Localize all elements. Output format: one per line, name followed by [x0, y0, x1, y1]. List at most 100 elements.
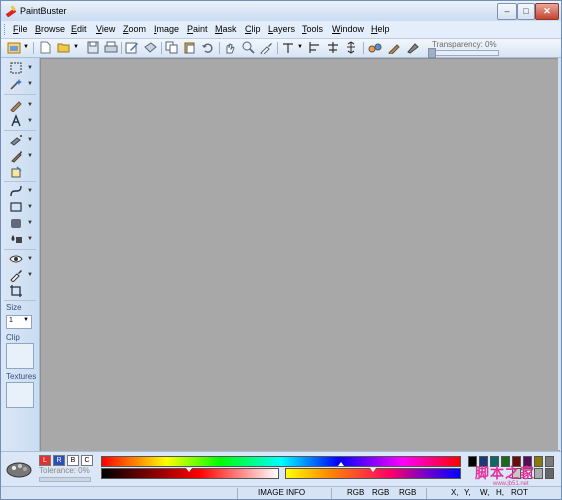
textures-preview[interactable] — [6, 382, 34, 408]
transparency-slider[interactable] — [428, 48, 499, 58]
title-bar[interactable]: PaintBuster – □ ✕ — [1, 1, 561, 21]
dropdown-arrow-icon[interactable]: ▼ — [27, 102, 33, 108]
eyedropper-icon[interactable] — [259, 41, 273, 54]
status-separator — [426, 488, 427, 499]
dropdown-arrow-icon[interactable]: ▼ — [27, 153, 33, 159]
shade-gradient[interactable] — [101, 468, 279, 479]
align-vertical-icon[interactable] — [344, 41, 358, 54]
minimize-button[interactable]: – — [497, 3, 517, 20]
align-center-icon[interactable] — [326, 41, 340, 54]
menu-browse[interactable]: Browse — [35, 24, 65, 34]
undo-icon[interactable] — [201, 41, 215, 54]
rot-readout: ROT — [511, 488, 528, 497]
stamp-icon[interactable] — [406, 41, 420, 54]
red-eye-tool[interactable]: ▼ — [5, 252, 33, 266]
shape-fill-tool[interactable]: ▼ — [5, 232, 33, 246]
airbrush-tool[interactable]: ▼ — [5, 133, 33, 147]
print-icon[interactable] — [104, 41, 118, 54]
menu-label-rest: aint — [193, 24, 208, 34]
clip-preview[interactable] — [6, 343, 34, 369]
dropdown-arrow-icon[interactable]: ▼ — [27, 81, 33, 87]
channel-r[interactable]: R — [53, 455, 65, 466]
y-readout: Y, — [464, 488, 471, 497]
w-readout: W, — [480, 488, 490, 497]
copy-icon[interactable] — [165, 41, 179, 54]
transparency-slider-thumb[interactable] — [428, 48, 436, 58]
menu-clip[interactable]: Clip — [245, 24, 261, 34]
channel-c[interactable]: C — [81, 455, 93, 466]
dropdown-arrow-icon[interactable]: ▼ — [27, 188, 33, 194]
dropdown-arrow-icon[interactable]: ▼ — [23, 44, 29, 50]
paintbrush-tool[interactable]: ▼ — [5, 149, 33, 163]
open-folder-icon[interactable] — [57, 41, 71, 54]
menu-window[interactable]: Window — [332, 24, 364, 34]
dropdown-arrow-icon[interactable]: ▼ — [27, 137, 33, 143]
color-spectrum[interactable] — [101, 456, 461, 467]
fill-tool[interactable] — [5, 165, 33, 179]
crop-tool[interactable] — [5, 284, 33, 298]
maximize-button[interactable]: □ — [517, 3, 535, 20]
filled-shape-tool[interactable]: ▼ — [5, 216, 33, 230]
align-icon[interactable] — [281, 41, 295, 54]
scan-icon[interactable] — [143, 41, 157, 54]
x-readout: X, — [451, 488, 459, 497]
dropdown-arrow-icon[interactable]: ▼ — [73, 44, 79, 50]
new-file-icon[interactable] — [38, 41, 52, 54]
pencil-tool[interactable]: ▼ — [5, 98, 33, 112]
image-info: IMAGE INFO — [258, 488, 306, 497]
dropdown-arrow-icon[interactable]: ▼ — [27, 236, 33, 242]
effects-icon[interactable] — [368, 41, 382, 54]
zoom-magnifier-icon[interactable] — [241, 41, 255, 54]
dotted-selection-icon — [10, 62, 22, 74]
channel-l[interactable]: L — [39, 455, 51, 466]
dropdown-arrow-icon[interactable]: ▼ — [27, 65, 33, 71]
color-swatch[interactable] — [534, 468, 543, 479]
dropper-tool[interactable]: ▼ — [5, 268, 33, 282]
open-image-icon[interactable] — [7, 41, 21, 54]
dropdown-arrow-icon[interactable]: ▼ — [27, 220, 33, 226]
dropdown-arrow-icon[interactable]: ▼ — [27, 256, 33, 262]
app-window: PaintBuster – □ ✕ File Browse Edit View Zoom… — [0, 0, 562, 500]
menu-edit[interactable]: Edit — [71, 24, 87, 34]
selection-tool[interactable]: ▼ — [5, 61, 33, 75]
channel-b[interactable]: B — [67, 455, 79, 466]
magic-wand-tool[interactable]: ▼ — [5, 77, 33, 91]
menu-file[interactable]: File — [13, 24, 28, 34]
close-button[interactable]: ✕ — [535, 3, 559, 20]
color-swatch[interactable] — [545, 456, 554, 467]
menu-layers[interactable]: Layers — [268, 24, 295, 34]
spectrum-marker[interactable] — [338, 462, 344, 466]
color-swatch[interactable] — [545, 468, 554, 479]
menu-zoom[interactable]: Zoom — [123, 24, 146, 34]
canvas-workspace[interactable] — [40, 58, 560, 452]
dropdown-arrow-icon[interactable]: ▼ — [27, 118, 33, 124]
hue-marker[interactable] — [370, 468, 376, 472]
brush-icon[interactable] — [387, 41, 401, 54]
tolerance-slider[interactable] — [39, 477, 91, 482]
hand-pan-icon[interactable] — [223, 41, 237, 54]
menu-help[interactable]: Help — [371, 24, 390, 34]
dropdown-arrow-icon[interactable]: ▼ — [297, 44, 303, 50]
window-title: PaintBuster — [20, 6, 67, 16]
color-swatch[interactable] — [534, 456, 543, 467]
menu-tools[interactable]: Tools — [302, 24, 323, 34]
text-tool[interactable]: ▼ — [5, 114, 33, 128]
rectangle-tool[interactable]: ▼ — [5, 200, 33, 214]
menu-mask[interactable]: Mask — [215, 24, 237, 34]
palette-icon[interactable] — [5, 458, 33, 478]
shade-marker[interactable] — [186, 468, 192, 472]
paste-icon[interactable] — [183, 41, 197, 54]
curve-tool[interactable]: ▼ — [5, 184, 33, 198]
hue-gradient[interactable] — [285, 468, 461, 479]
edit-icon[interactable] — [125, 41, 139, 54]
dropdown-arrow-icon[interactable]: ▼ — [27, 272, 33, 278]
dropdown-arrow-icon[interactable]: ▼ — [27, 204, 33, 210]
menu-image[interactable]: Image — [154, 24, 179, 34]
paintbrush-icon — [11, 151, 22, 163]
menu-paint[interactable]: Paint — [187, 24, 208, 34]
rectangle-outline-icon — [10, 202, 22, 212]
menu-view[interactable]: View — [96, 24, 115, 34]
align-left-icon[interactable] — [308, 41, 322, 54]
size-select[interactable]: 1 ▼ — [6, 315, 32, 329]
save-icon[interactable] — [86, 41, 100, 54]
